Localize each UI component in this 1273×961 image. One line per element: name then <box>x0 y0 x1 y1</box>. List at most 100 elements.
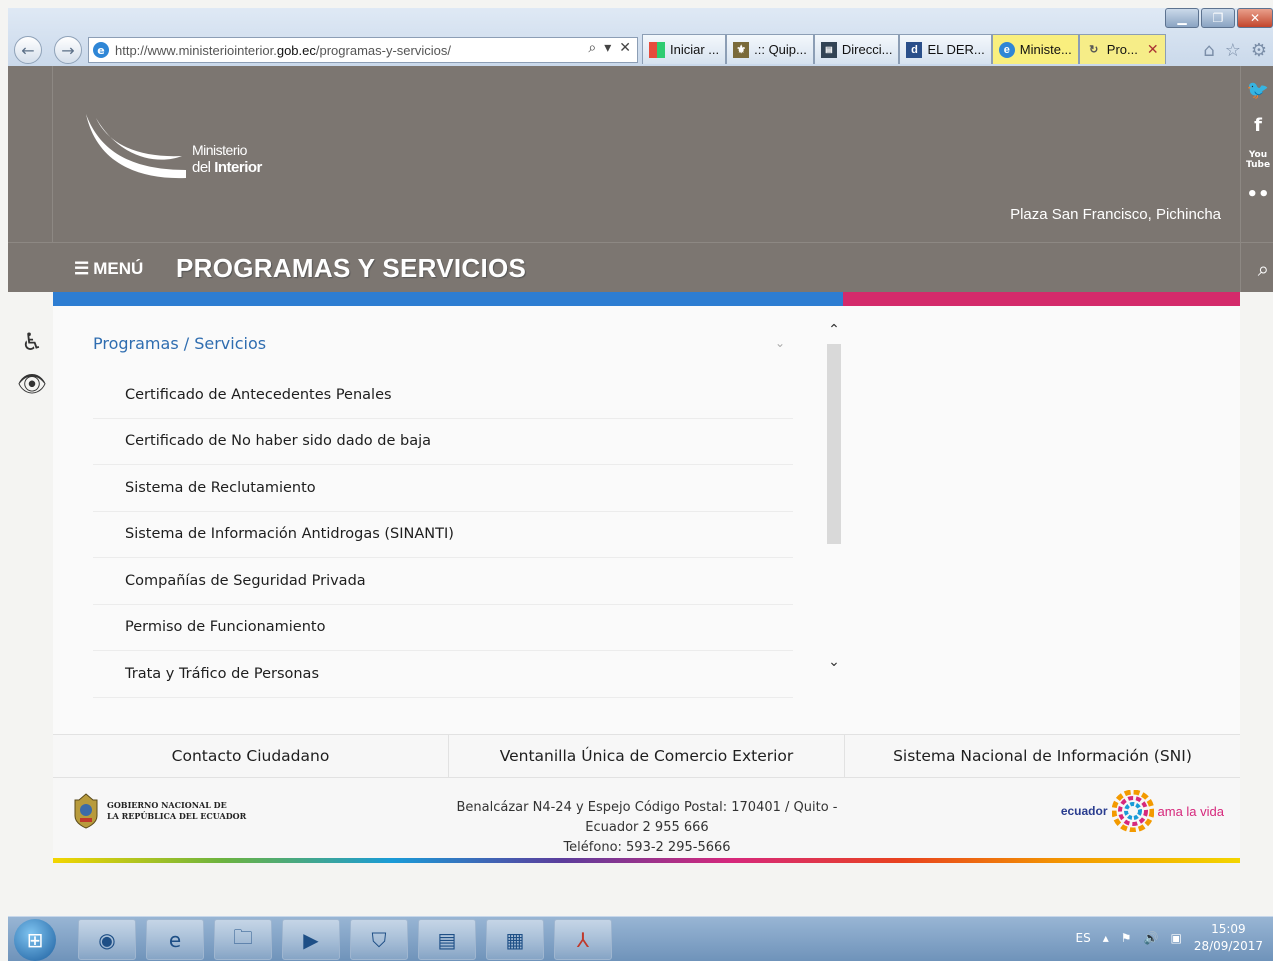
restore-button[interactable]: ❐ <box>1201 8 1235 28</box>
dropdown-icon[interactable]: ▾ <box>604 40 611 56</box>
youtube-icon[interactable]: You Tube <box>1246 150 1270 170</box>
tab-direccion[interactable]: ▤ Direcci... <box>813 34 900 64</box>
taskbar-chat-app[interactable]: ◉ <box>78 919 136 960</box>
shield-icon: ⛉ <box>371 927 387 952</box>
language-indicator[interactable]: ES <box>1076 931 1091 945</box>
search-icon[interactable]: ⌕ <box>588 40 596 56</box>
taskbar-media-player[interactable]: ▶ <box>282 919 340 960</box>
government-logo[interactable]: GOBIERNO NACIONAL DE LA REPÚBLICA DEL EC… <box>71 792 246 830</box>
scroll-down-icon[interactable]: ⌄ <box>825 654 843 670</box>
tab-el-derecho[interactable]: d EL DER... <box>899 34 992 64</box>
site-footer: GOBIERNO NACIONAL DE LA REPÚBLICA DEL EC… <box>53 778 1240 860</box>
page-title: PROGRAMAS Y SERVICIOS <box>176 253 527 283</box>
document-icon: ▤ <box>437 927 457 952</box>
close-window-button[interactable]: ✕ <box>1237 8 1273 28</box>
network-icon[interactable]: ▣ <box>1170 931 1181 945</box>
clock-date: 28/09/2017 <box>1193 939 1263 953</box>
contact-address: Benalcázar N4-24 y Espejo Código Postal:… <box>456 800 838 855</box>
scroll-up-icon[interactable]: ⌃ <box>825 322 843 338</box>
taskbar-presentation-app[interactable]: ▦ <box>486 919 544 960</box>
taskbar-pdf-reader[interactable]: ⅄ <box>554 919 612 960</box>
list-item[interactable]: Compañías de Seguridad Privada <box>93 558 793 605</box>
menu-label: MENÚ <box>93 259 144 278</box>
flag-icon[interactable]: ⚑ <box>1121 931 1132 945</box>
twitter-icon[interactable]: 🐦 <box>1247 80 1269 101</box>
facebook-icon[interactable]: f <box>1254 115 1262 136</box>
play-icon: ▶ <box>303 927 319 952</box>
list-item[interactable]: Trata y Tráfico de Personas <box>93 651 793 698</box>
list-item[interactable]: Certificado de No haber sido dado de baj… <box>93 419 793 465</box>
browser-toolbar-icons: ⌂ ☆ ⚙ <box>1203 40 1267 61</box>
back-button[interactable]: ← <box>14 36 42 64</box>
list-item[interactable]: Sistema de Reclutamiento <box>93 465 793 512</box>
location-text: Plaza San Francisco, Pichincha <box>1010 206 1221 223</box>
menu-button[interactable]: ☰ MENÚ <box>74 259 143 279</box>
page-icon: ▤ <box>820 41 837 58</box>
minimize-button[interactable]: ▁ <box>1165 8 1199 28</box>
wing-logo-icon <box>86 114 186 179</box>
home-icon[interactable]: ⌂ <box>1203 40 1214 61</box>
accessibility-person-icon[interactable]: ♿ <box>18 328 46 356</box>
browser-chrome: ▁ ❐ ✕ ← → e http://www.ministeriointerio… <box>8 8 1273 70</box>
chevron-down-icon[interactable]: ⌄ <box>775 336 785 350</box>
tab-label: .:: Quip... <box>754 42 807 57</box>
screen: ▁ ❐ ✕ ← → e http://www.ministeriointerio… <box>0 0 1273 961</box>
folder-icon: 🗀 <box>233 924 253 949</box>
footer-links: Contacto Ciudadano Ventanilla Única de C… <box>53 734 1240 778</box>
scrollbar-thumb[interactable] <box>827 344 841 544</box>
stop-icon[interactable]: ✕ <box>619 40 631 56</box>
tab-label: Iniciar ... <box>670 42 720 57</box>
tab-programas[interactable]: ↻ Pro... ✕ <box>1078 34 1166 64</box>
services-list: Certificado de Antecedentes Penales Cert… <box>93 372 793 698</box>
close-tab-icon[interactable]: ✕ <box>1147 41 1159 58</box>
taskbar-security-app[interactable]: ⛉ <box>350 919 408 960</box>
ecuador-ama-la-vida-logo[interactable]: ecuador ama la vida <box>1061 790 1224 832</box>
flickr-icon[interactable]: •• <box>1246 184 1269 205</box>
presentation-icon: ▦ <box>505 927 525 952</box>
tab-ministerio[interactable]: e Ministe... <box>991 34 1079 64</box>
list-item[interactable]: Permiso de Funcionamiento <box>93 605 793 651</box>
tab-label: Pro... <box>1106 42 1138 57</box>
volume-icon[interactable]: 🔊 <box>1144 931 1159 945</box>
tab-label: EL DER... <box>927 42 985 57</box>
list-item[interactable]: Sistema de Información Antidrogas (SINAN… <box>93 512 793 558</box>
show-hidden-icons-icon[interactable]: ▴ <box>1103 931 1109 945</box>
menu-band: ☰ MENÚ PROGRAMAS Y SERVICIOS ⌕ <box>8 242 1273 292</box>
address-bar[interactable]: e http://www.ministeriointerior.gob.ec/p… <box>88 37 638 63</box>
government-text: GOBIERNO NACIONAL DE LA REPÚBLICA DEL EC… <box>107 800 247 821</box>
back-arrow-icon: ← <box>21 40 35 60</box>
clock[interactable]: 15:09 28/09/2017 <box>1194 921 1263 955</box>
eye-icon[interactable]: 👁 <box>17 370 47 398</box>
forward-button[interactable]: → <box>54 36 82 64</box>
tab-label: Ministe... <box>1019 42 1072 57</box>
url-text: http://www.ministeriointerior.gob.ec/pro… <box>115 42 451 58</box>
navigation-bar: ← → e http://www.ministeriointerior.gob.… <box>8 34 1273 66</box>
taskbar-document-app[interactable]: ▤ <box>418 919 476 960</box>
link-ventanilla-unica[interactable]: Ventanilla Única de Comercio Exterior <box>449 735 845 777</box>
settings-gear-icon[interactable]: ⚙ <box>1251 40 1267 61</box>
crest-icon: ⚜ <box>733 41 750 58</box>
hamburger-icon: ☰ <box>74 259 90 278</box>
ministry-logo[interactable]: Ministerio del Interior <box>82 112 292 186</box>
logo-text-line1: Ministerio <box>192 142 247 158</box>
loading-icon: ↻ <box>1089 44 1099 56</box>
list-scrollbar[interactable]: ⌃ ⌄ <box>825 322 843 670</box>
services-panel: Programas / Servicios ⌄ Certificado de A… <box>53 306 1240 734</box>
address-controls: ⌕ ▾ ✕ <box>588 40 631 56</box>
d-icon: d <box>906 41 923 58</box>
list-item[interactable]: Certificado de Antecedentes Penales <box>93 372 793 419</box>
ie-taskbar-icon: e <box>168 927 182 952</box>
header-divider <box>52 66 53 242</box>
taskbar-file-explorer[interactable]: 🗀 <box>214 919 272 960</box>
footer-rainbow-bar <box>53 858 1240 863</box>
start-button[interactable]: ⊞ <box>14 919 56 961</box>
link-sistema-nacional[interactable]: Sistema Nacional de Información (SNI) <box>845 735 1240 777</box>
taskbar-internet-explorer[interactable]: e <box>146 919 204 960</box>
accent-bar-blue <box>53 292 843 306</box>
site-search-icon[interactable]: ⌕ <box>1258 257 1269 281</box>
favorites-star-icon[interactable]: ☆ <box>1225 40 1241 61</box>
breadcrumb[interactable]: Programas / Servicios <box>93 334 266 353</box>
link-contacto-ciudadano[interactable]: Contacto Ciudadano <box>53 735 449 777</box>
tab-iniciar[interactable]: Iniciar ... <box>642 34 727 64</box>
tab-quipux[interactable]: ⚜ .:: Quip... <box>726 34 814 64</box>
